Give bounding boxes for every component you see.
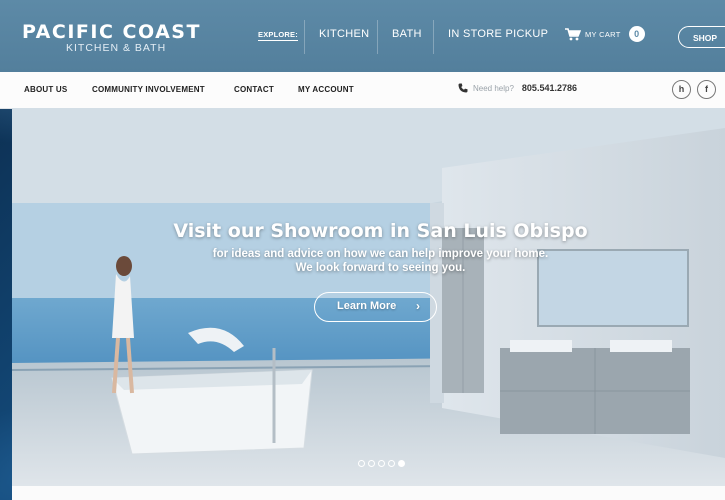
carousel-dots	[358, 460, 405, 467]
carousel-dot[interactable]	[368, 460, 375, 467]
houzz-icon[interactable]: h	[672, 80, 691, 99]
cart-count-badge: 0	[628, 26, 645, 42]
nav-contact[interactable]: CONTACT	[234, 85, 274, 94]
chevron-right-icon: ›	[416, 299, 420, 313]
carousel-dot[interactable]	[398, 460, 405, 467]
phone-icon	[458, 83, 468, 93]
hero-title: Visit our Showroom in San Luis Obispo	[173, 220, 588, 242]
help-label: Need help?	[473, 83, 514, 93]
cart-label: MY CART	[585, 29, 621, 39]
carousel-dot[interactable]	[388, 460, 395, 467]
hero-banner: Visit our Showroom in San Luis Obispo fo…	[12, 108, 725, 486]
learn-more-label: Learn More	[337, 300, 397, 312]
nav-bath[interactable]: BATH	[392, 28, 422, 40]
help-contact: Need help? 805.541.2786	[458, 83, 577, 93]
nav-divider	[377, 20, 378, 54]
nav-divider	[304, 20, 305, 54]
learn-more-button[interactable]: Learn More ›	[314, 292, 437, 322]
cart-link[interactable]: MY CART 0	[565, 26, 645, 42]
logo-sub-text: KITCHEN & BATH	[66, 42, 167, 54]
nav-kitchen[interactable]: KITCHEN	[319, 28, 369, 40]
nav-my-account[interactable]: MY ACCOUNT	[298, 85, 354, 94]
shop-button[interactable]: SHOP	[678, 26, 725, 48]
cart-icon	[565, 27, 581, 40]
page-content-below-hero	[12, 486, 725, 500]
hero-subtitle-line2: We look forward to seeing you.	[295, 262, 466, 274]
hero-text: Visit our Showroom in San Luis Obispo fo…	[12, 220, 725, 274]
carousel-dot[interactable]	[378, 460, 385, 467]
facebook-icon[interactable]: f	[697, 80, 716, 99]
nav-divider	[433, 20, 434, 54]
nav-about-us[interactable]: ABOUT US	[24, 85, 67, 94]
help-phone-number[interactable]: 805.541.2786	[522, 83, 577, 93]
carousel-dot[interactable]	[358, 460, 365, 467]
logo-main-text: PACIFIC COAST	[22, 21, 201, 43]
hero-subtitle-line1: for ideas and advice on how we can help …	[212, 248, 549, 260]
secondary-nav: ABOUT US COMMUNITY INVOLVEMENT CONTACT M…	[0, 72, 725, 109]
nav-in-store-pickup[interactable]: IN STORE PICKUP	[448, 28, 548, 40]
nav-community-involvement[interactable]: COMMUNITY INVOLVEMENT	[92, 85, 205, 94]
logo[interactable]: PACIFIC COAST KITCHEN & BATH	[22, 22, 201, 54]
top-header: PACIFIC COAST KITCHEN & BATH EXPLORE: KI…	[0, 0, 725, 73]
explore-label: EXPLORE:	[258, 30, 298, 41]
